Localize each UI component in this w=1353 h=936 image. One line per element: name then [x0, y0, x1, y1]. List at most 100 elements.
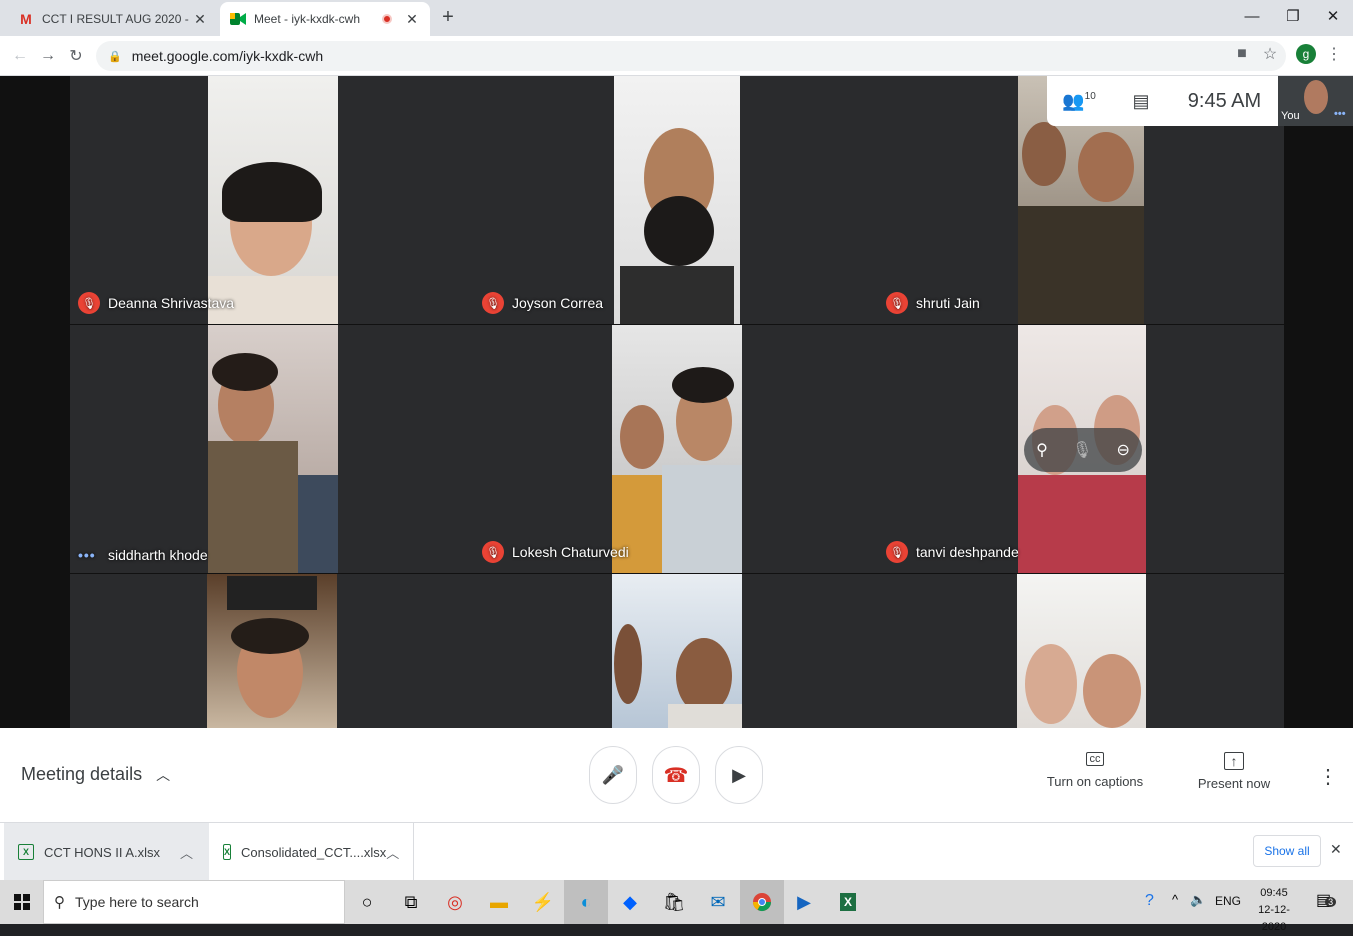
reload-icon[interactable]: ↻ — [64, 44, 88, 68]
windows-start-icon[interactable] — [0, 880, 44, 924]
excel-file-icon: X — [223, 844, 232, 860]
pin-icon[interactable]: ⚲ — [1036, 440, 1048, 460]
edge-icon[interactable]: ◐ — [564, 880, 608, 924]
participant-tile[interactable] — [70, 574, 474, 728]
back-icon[interactable]: ← — [8, 44, 32, 68]
gmail-icon: M — [20, 11, 32, 27]
present-now-button[interactable]: ↑ Present now — [1194, 752, 1274, 791]
participant-tile[interactable]: 🎙 Joyson Correa — [474, 76, 878, 324]
participant-label: 🎙 Joyson Correa — [482, 292, 603, 314]
participant-video — [208, 325, 338, 573]
excel-icon[interactable]: X — [826, 880, 870, 924]
camera-button[interactable]: ▶ — [715, 746, 763, 804]
meeting-clock: 9:45 AM — [1187, 89, 1262, 112]
close-tab-icon[interactable]: ✕ — [404, 11, 420, 28]
mute-participant-icon[interactable]: 🎙 — [1072, 440, 1092, 460]
browser-toolbar: ← → ↻ 🔒 meet.google.com/iyk-kxdk-cwh ■ ☆… — [0, 36, 1353, 76]
leave-call-button[interactable]: ☎ — [652, 746, 700, 804]
people-button[interactable]: 👥 10 — [1047, 91, 1111, 112]
participant-label: 🎙 Lokesh Chaturvedi — [482, 541, 629, 563]
hang-up-icon: ☎ — [663, 764, 689, 787]
avatar[interactable]: g — [1296, 44, 1316, 64]
media-player-icon[interactable]: ▶ — [782, 880, 826, 924]
chevron-up-icon[interactable]: ︿ — [386, 843, 399, 862]
show-all-button[interactable]: Show all — [1253, 835, 1321, 867]
participant-label: ••• siddharth khode — [78, 547, 208, 563]
cortana-icon[interactable]: ○ — [345, 880, 389, 924]
participant-tile[interactable] — [878, 574, 1284, 728]
participant-video — [1017, 574, 1146, 728]
bookmark-star-icon[interactable]: ☆ — [1258, 42, 1282, 66]
more-options-icon[interactable]: ⋮ — [1318, 764, 1338, 789]
participant-label: 🎙 Deanna Shrivastava — [78, 292, 234, 314]
download-item[interactable]: X CCT HONS II A.xlsx ︿ — [4, 823, 209, 881]
participant-label: 🎙 tanvi deshpande — [886, 541, 1019, 563]
participant-tile[interactable]: 🎙 Lokesh Chaturvedi — [474, 325, 878, 573]
participant-label: 🎙 shruti Jain — [886, 292, 980, 314]
search-placeholder: Type here to search — [75, 894, 199, 910]
excel-file-icon: X — [18, 844, 34, 860]
people-icon: 👥 — [1062, 90, 1085, 111]
close-tab-icon[interactable]: ✕ — [192, 11, 208, 28]
meeting-details-button[interactable]: Meeting details ︿ — [21, 764, 170, 785]
video-camera-icon: ▶ — [732, 764, 746, 785]
system-clock[interactable]: 09:45 12-12-2020 — [1246, 885, 1302, 936]
forward-icon[interactable]: → — [36, 44, 60, 68]
help-icon[interactable]: ? — [1145, 892, 1154, 910]
remove-participant-icon[interactable]: ⊖ — [1117, 440, 1130, 460]
close-shelf-icon[interactable]: ✕ — [1330, 841, 1342, 858]
file-explorer-icon[interactable]: ▬ — [477, 880, 521, 924]
microphone-button[interactable]: 🎤 — [589, 746, 637, 804]
mic-off-icon: 🎙 — [886, 292, 908, 314]
participant-tile[interactable]: ••• siddharth khode — [70, 325, 474, 573]
self-label: You — [1281, 110, 1300, 122]
mic-off-icon: 🎙 — [78, 292, 100, 314]
tab-strip: M CCT I RESULT AUG 2020 - zaki.gc ✕ Meet… — [0, 0, 1353, 36]
notification-icon[interactable]: ▤3 — [1316, 890, 1337, 910]
tab-gmail[interactable]: M CCT I RESULT AUG 2020 - zaki.gc ✕ — [8, 2, 218, 36]
clock-time: 09:45 — [1260, 887, 1288, 899]
address-bar[interactable]: 🔒 meet.google.com/iyk-kxdk-cwh — [96, 41, 1286, 71]
tab-meet[interactable]: Meet - iyk-kxdk-cwh ✕ — [220, 2, 430, 36]
notification-count: 3 — [1325, 897, 1337, 907]
chevron-up-icon[interactable]: ︿ — [180, 843, 193, 862]
taskbar-search-box[interactable]: ⚲ Type here to search — [43, 880, 345, 924]
participant-video — [612, 574, 742, 728]
windows-taskbar: ⚲ Type here to search ○ ⧉ ◎ ▬ ⚡ ◐ ◆ 🛍 ✉ … — [0, 880, 1353, 933]
chat-icon[interactable]: ▤ — [1111, 91, 1171, 112]
captions-button[interactable]: cc Turn on captions — [1046, 752, 1144, 789]
lock-icon: 🔒 — [108, 50, 122, 63]
chrome-icon[interactable] — [740, 880, 784, 924]
recording-icon — [382, 14, 392, 24]
app-icon[interactable]: ◎ — [433, 880, 477, 924]
tab-title: CCT I RESULT AUG 2020 - zaki.gc — [42, 12, 192, 26]
mail-icon[interactable]: ✉ — [696, 880, 740, 924]
task-view-icon[interactable]: ⧉ — [389, 880, 433, 924]
present-label: Present now — [1197, 776, 1271, 791]
mic-off-icon: 🎙 — [482, 541, 504, 563]
meeting-info-card: 👥 10 ▤ 9:45 AM — [1047, 76, 1278, 126]
dropbox-icon[interactable]: ◆ — [608, 880, 652, 924]
clock-date: 12-12-2020 — [1258, 904, 1290, 933]
new-tab-icon[interactable]: + — [436, 6, 460, 30]
present-icon: ↑ — [1224, 752, 1244, 770]
download-item[interactable]: X Consolidated_CCT....xlsx ︿ — [209, 823, 414, 881]
language-indicator[interactable]: ENG — [1215, 894, 1241, 908]
participant-tile[interactable]: 🎙 Deanna Shrivastava — [70, 76, 474, 324]
meeting-details-label: Meeting details — [21, 764, 143, 784]
participant-tile[interactable] — [474, 574, 878, 728]
more-options-icon[interactable]: ••• — [1334, 108, 1346, 120]
store-icon[interactable]: 🛍 — [652, 880, 696, 924]
minimize-icon[interactable]: — — [1229, 0, 1275, 32]
meet-icon — [230, 11, 246, 27]
camera-icon[interactable]: ■ — [1230, 42, 1254, 66]
menu-icon[interactable]: ⋮ — [1322, 42, 1346, 66]
app-icon[interactable]: ⚡ — [521, 880, 565, 924]
participant-video — [612, 325, 742, 573]
close-window-icon[interactable]: ✕ — [1310, 0, 1353, 32]
volume-icon[interactable]: 🔈 — [1190, 892, 1206, 908]
chevron-up-icon[interactable]: ^ — [1172, 892, 1178, 907]
self-view-tile[interactable]: You ••• — [1278, 76, 1353, 126]
participant-video — [207, 574, 337, 728]
downloads-shelf: X CCT HONS II A.xlsx ︿ X Consolidated_CC… — [0, 822, 1353, 881]
